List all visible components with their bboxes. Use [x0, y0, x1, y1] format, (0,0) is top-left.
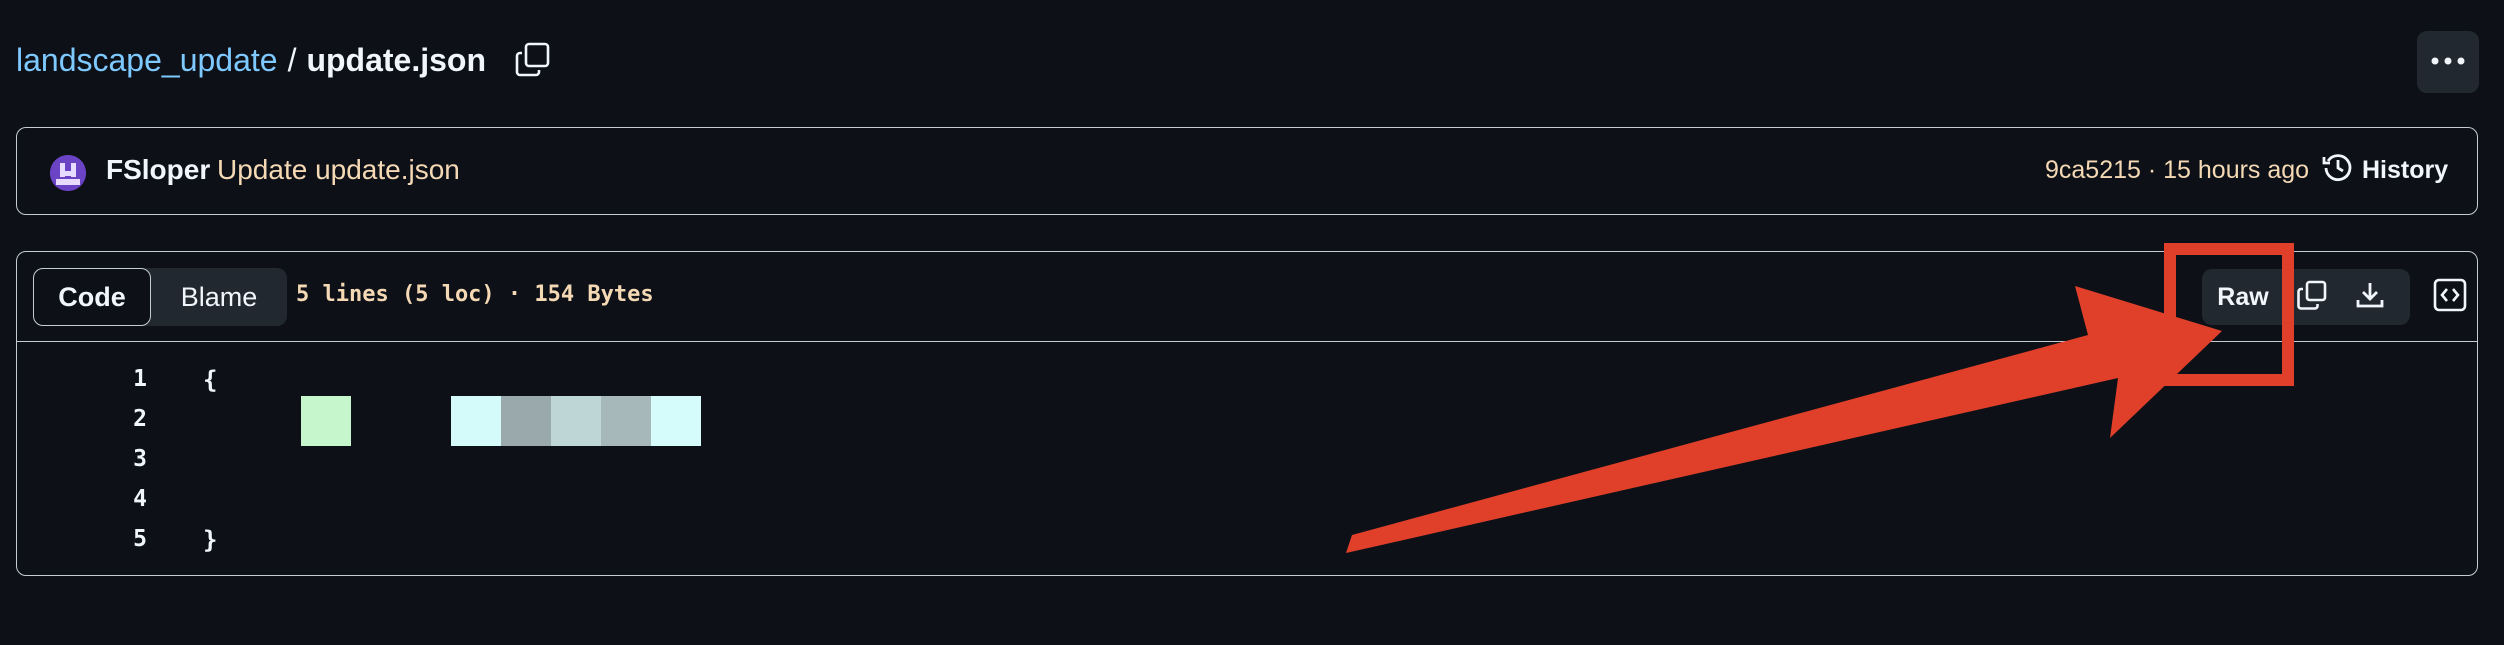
annotation-arrow [1346, 286, 2222, 553]
annotation-highlight-box [2164, 243, 2294, 386]
page-root: landscape_update / update.json FSloper U… [0, 0, 2504, 645]
